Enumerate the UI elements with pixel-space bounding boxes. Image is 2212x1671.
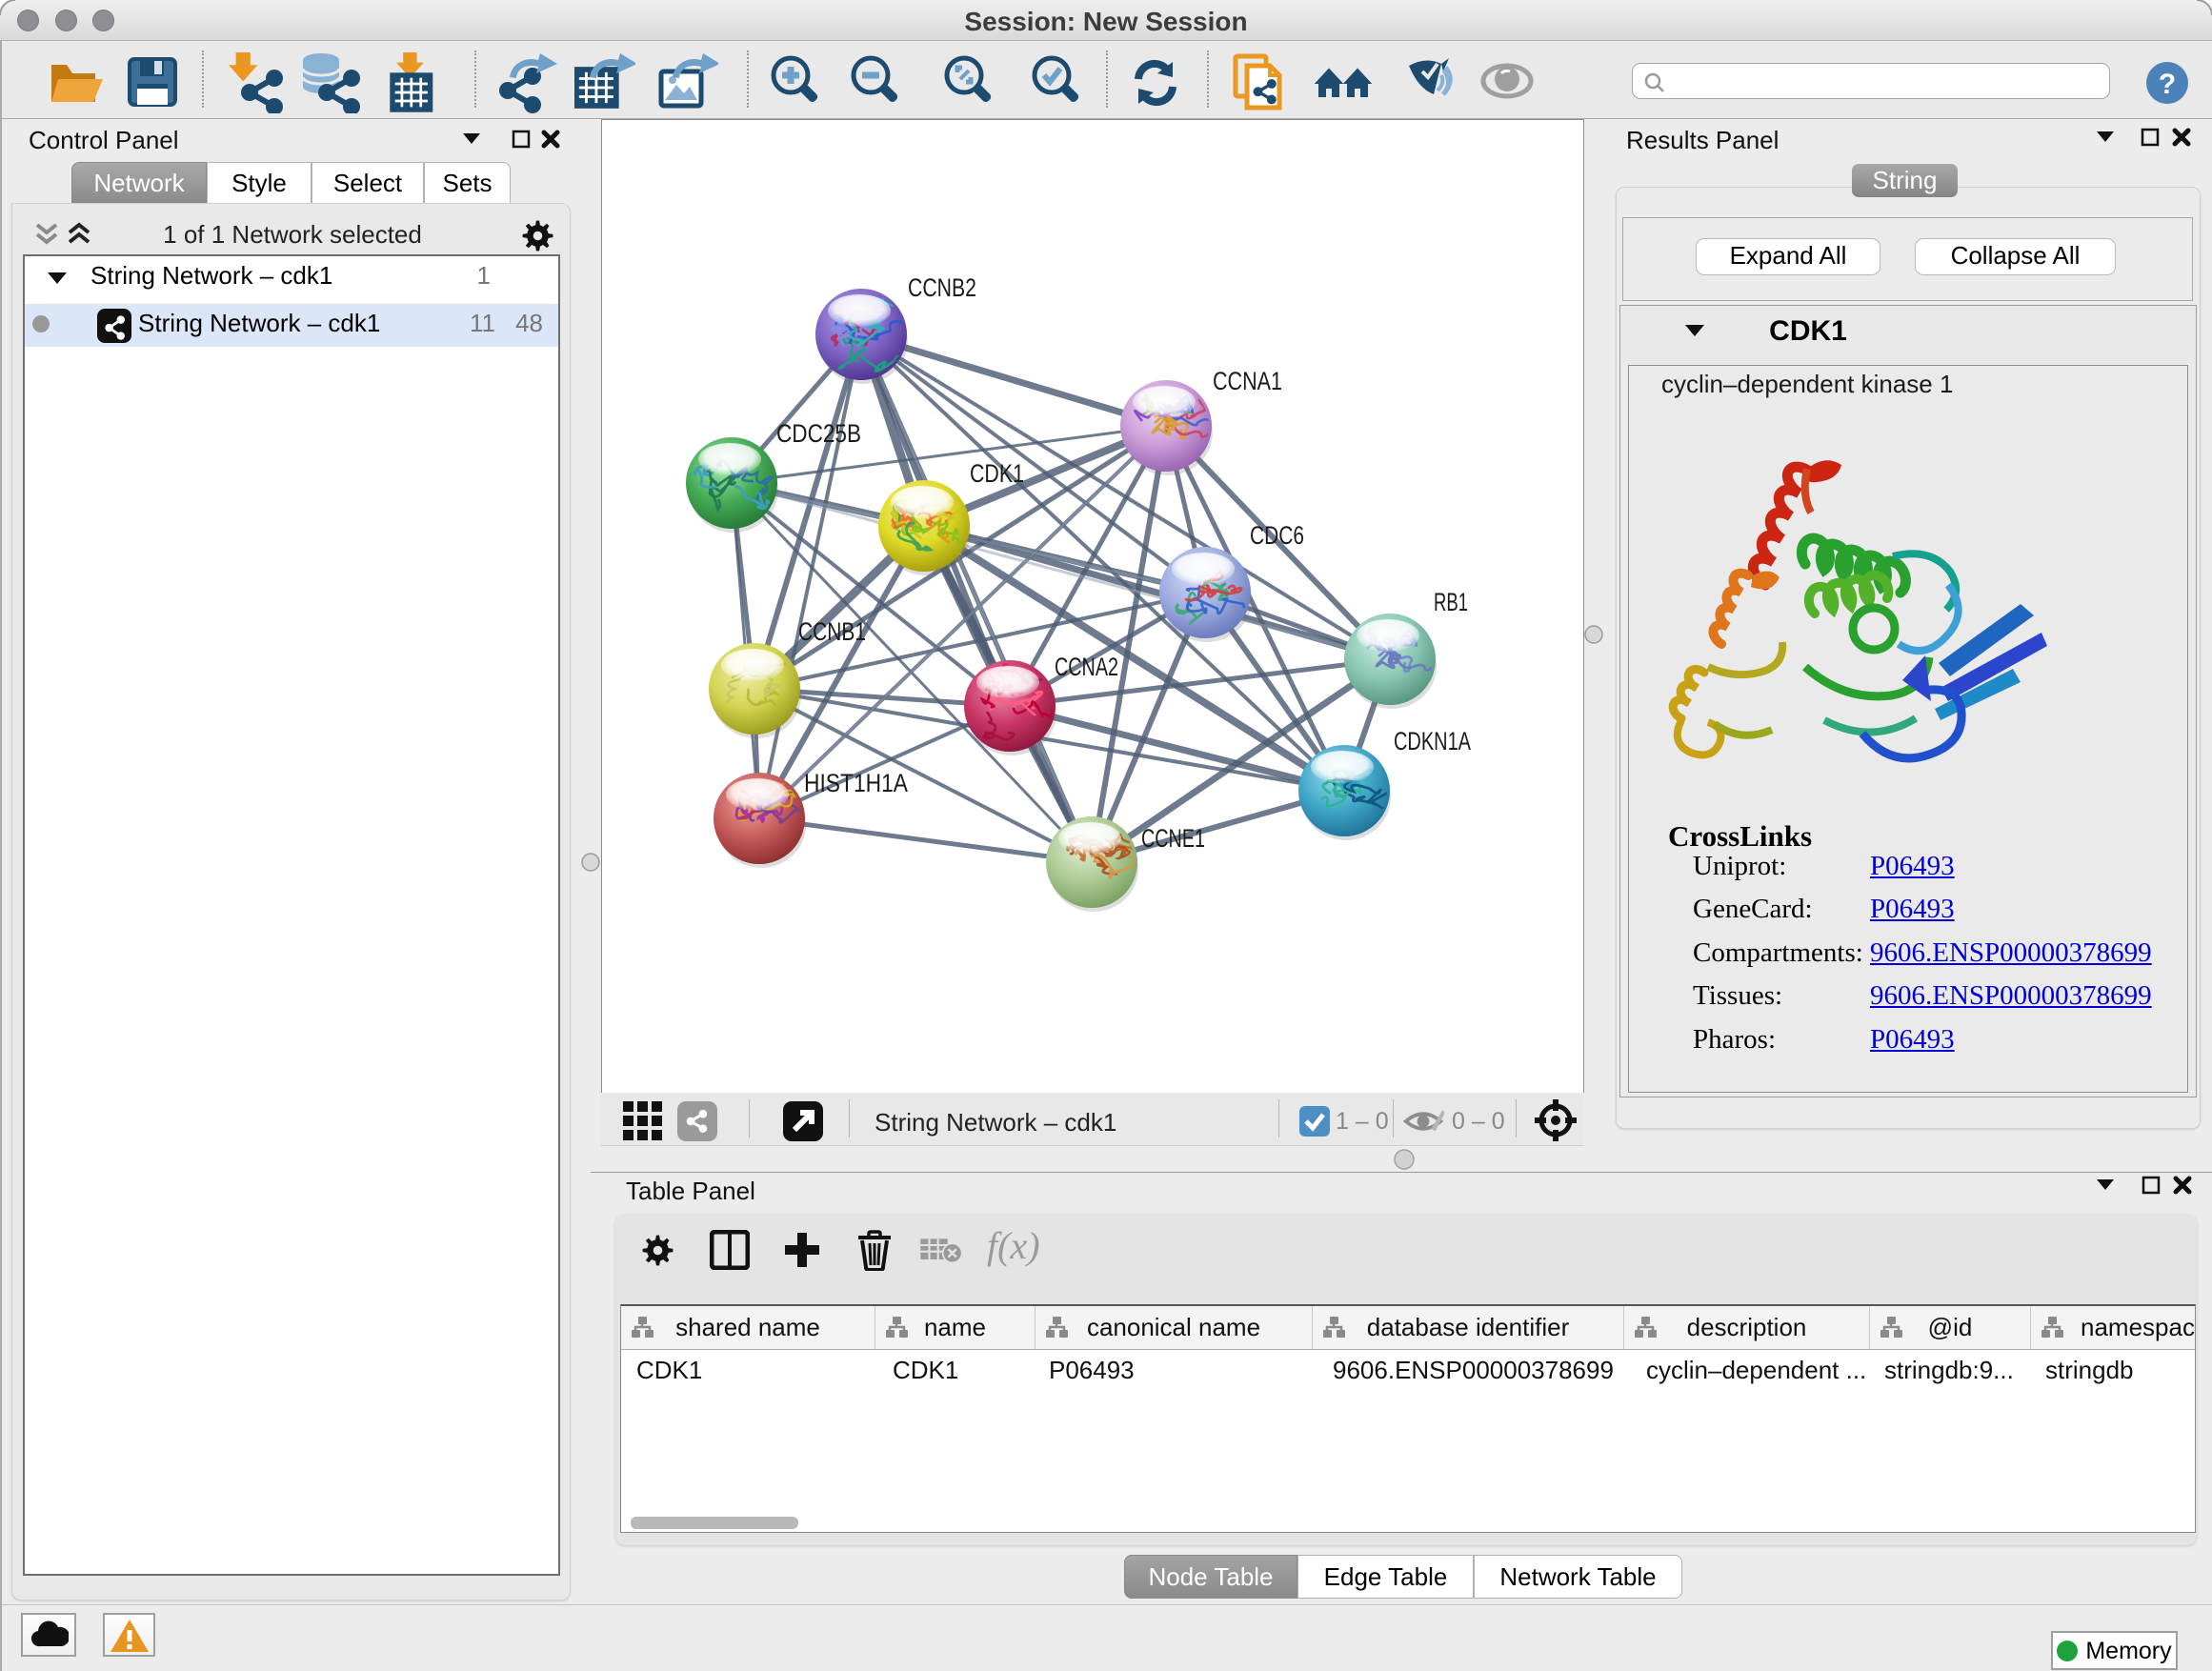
svg-text:CDC25B: CDC25B (776, 419, 861, 448)
svg-text:CDC6: CDC6 (1250, 521, 1304, 550)
svg-text:?: ? (2159, 69, 2176, 100)
svg-text:CDK1: CDK1 (970, 459, 1024, 488)
svg-text:CCNA1: CCNA1 (1213, 367, 1282, 395)
svg-text:CCNB2: CCNB2 (908, 273, 976, 302)
svg-text:CCNA2: CCNA2 (1055, 653, 1118, 681)
svg-text:CDKN1A: CDKN1A (1394, 727, 1471, 755)
svg-text:CCNB1: CCNB1 (798, 617, 866, 646)
svg-text:RB1: RB1 (1434, 588, 1468, 616)
svg-text:CCNE1: CCNE1 (1141, 824, 1205, 853)
svg-text:HIST1H1A: HIST1H1A (804, 769, 908, 797)
